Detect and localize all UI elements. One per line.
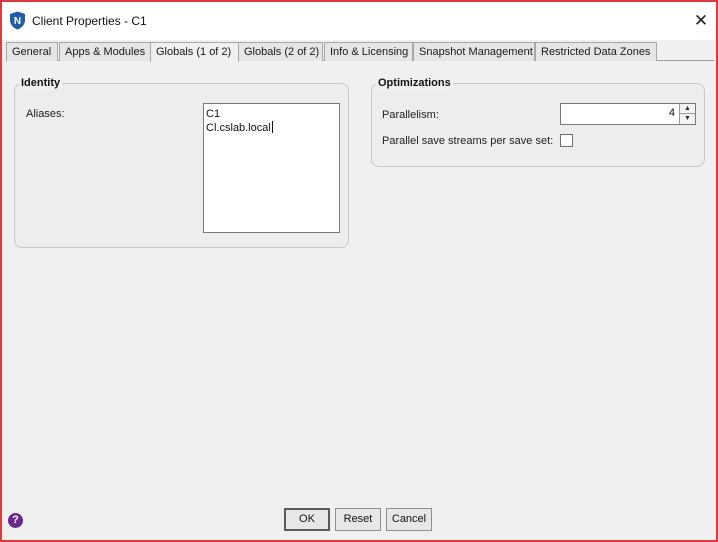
spin-down-icon[interactable]: ▼	[680, 114, 695, 124]
aliases-textarea[interactable]: C1 Cl.cslab.local	[203, 103, 340, 233]
text-caret	[271, 121, 273, 133]
reset-button[interactable]: Reset	[335, 508, 381, 531]
alias-line: C1	[206, 108, 221, 120]
help-icon[interactable]: ?	[8, 513, 23, 528]
parallelism-spinner[interactable]: 4 ▲ ▼	[560, 103, 696, 125]
window-title: Client Properties - C1	[32, 14, 147, 28]
parallel-streams-checkbox[interactable]	[560, 134, 573, 147]
identity-group-title: Identity	[19, 77, 63, 89]
tab-content: Identity Aliases: C1 Cl.cslab.local Opti…	[6, 61, 714, 502]
close-icon[interactable]: ✕	[688, 8, 714, 34]
spinner-buttons: ▲ ▼	[679, 104, 695, 124]
cancel-button[interactable]: Cancel	[386, 508, 432, 531]
tab-globals-2[interactable]: Globals (2 of 2)	[238, 42, 323, 61]
spin-up-icon[interactable]: ▲	[680, 104, 695, 114]
optimizations-group: Optimizations Parallelism: 4 ▲ ▼ Paralle…	[371, 77, 705, 167]
footer-bar: ? OK Reset Cancel	[2, 502, 716, 540]
tab-info-licensing[interactable]: Info & Licensing	[324, 42, 413, 61]
tab-globals-1[interactable]: Globals (1 of 2)	[150, 42, 239, 62]
aliases-label: Aliases:	[26, 108, 65, 120]
svg-text:N: N	[14, 16, 21, 27]
title-bar: N Client Properties - C1 ✕	[2, 2, 716, 40]
client-properties-window: N Client Properties - C1 ✕ General Apps …	[0, 0, 718, 542]
networker-app-icon: N	[10, 11, 25, 30]
tab-bar: General Apps & Modules Globals (1 of 2) …	[6, 42, 714, 62]
parallelism-label: Parallelism:	[382, 109, 439, 121]
identity-group: Identity Aliases: C1 Cl.cslab.local	[14, 77, 349, 248]
tab-restricted-data-zones[interactable]: Restricted Data Zones	[535, 42, 657, 61]
ok-button[interactable]: OK	[284, 508, 330, 531]
tab-general[interactable]: General	[6, 42, 58, 61]
optimizations-group-title: Optimizations	[376, 77, 453, 89]
parallel-streams-label: Parallel save streams per save set:	[382, 135, 554, 147]
parallelism-value: 4	[668, 107, 675, 119]
tab-apps-modules[interactable]: Apps & Modules	[59, 42, 151, 61]
alias-line: Cl.cslab.local	[206, 122, 271, 134]
tab-snapshot-management[interactable]: Snapshot Management	[413, 42, 535, 61]
